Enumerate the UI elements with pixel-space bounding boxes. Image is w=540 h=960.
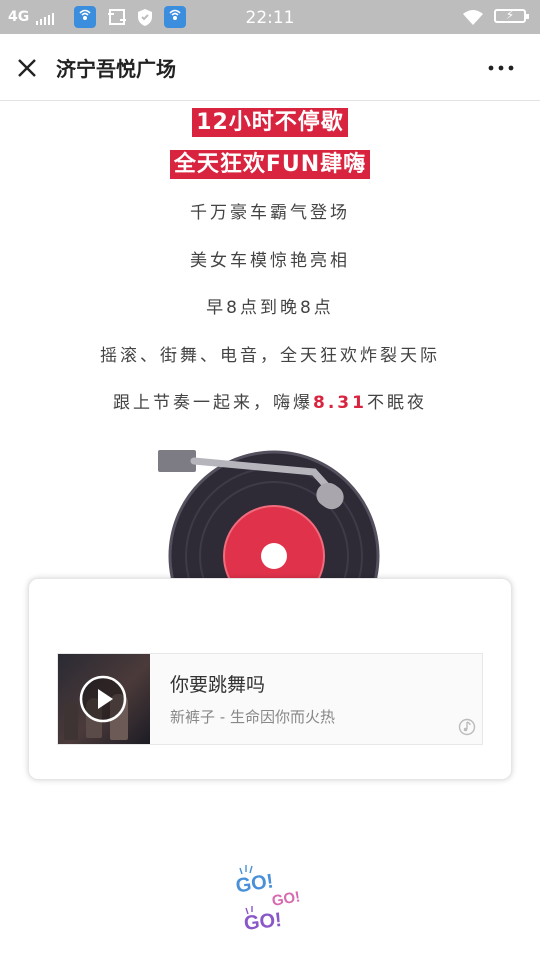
text-line-2: 美女车模惊艳亮相 — [190, 251, 350, 271]
headline-1: 12小时不停歇 — [0, 104, 540, 137]
nav-bar: 济宁吾悦广场 — [0, 34, 540, 101]
music-card: 你要跳舞吗 新裤子 - 生命因你而火热 — [28, 578, 512, 780]
headline-1-text: 12小时不停歇 — [192, 108, 348, 137]
clock: 22:11 — [245, 8, 295, 28]
song-artist: 新裤子 - 生命因你而火热 — [170, 708, 335, 726]
text-line-5-prefix: 跟上节奏一起来，嗨爆 — [113, 393, 314, 413]
go-text-3: GO! — [243, 909, 283, 935]
song-title: 你要跳舞吗 — [170, 674, 266, 696]
text-line-1: 千万豪车霸气登场 — [190, 203, 350, 223]
go-text-1: GO! — [234, 870, 274, 897]
go-text-2: GO! — [271, 888, 302, 910]
more-options-icon[interactable] — [486, 54, 516, 82]
wifi-icon — [463, 10, 483, 25]
go-sticker-icon: GO! GO! GO! — [234, 865, 302, 935]
text-line-4: 摇滚、街舞、电音，全天狂欢炸裂天际 — [100, 346, 440, 366]
battery-icon: ⚡ — [494, 8, 529, 23]
headline-2-text: 全天狂欢FUN肆嗨 — [169, 150, 371, 179]
music-note-icon — [458, 718, 476, 736]
date-highlight: 8.31 — [313, 393, 367, 413]
text-line-5: 跟上节奏一起来，嗨爆8.31不眠夜 — [0, 388, 540, 413]
close-icon[interactable] — [12, 53, 42, 83]
vinyl-record-icon — [158, 450, 380, 578]
headline-2: 全天狂欢FUN肆嗨 — [0, 146, 540, 179]
play-icon[interactable] — [78, 674, 128, 724]
text-line-3: 早8点到晚8点 — [206, 298, 334, 318]
status-bar: 4G 22:11 ⚡ — [0, 0, 540, 34]
page-title: 济宁吾悦广场 — [56, 57, 176, 81]
text-line-5-suffix: 不眠夜 — [366, 393, 427, 413]
album-cover — [58, 654, 150, 744]
music-player[interactable]: 你要跳舞吗 新裤子 - 生命因你而火热 — [57, 653, 483, 745]
